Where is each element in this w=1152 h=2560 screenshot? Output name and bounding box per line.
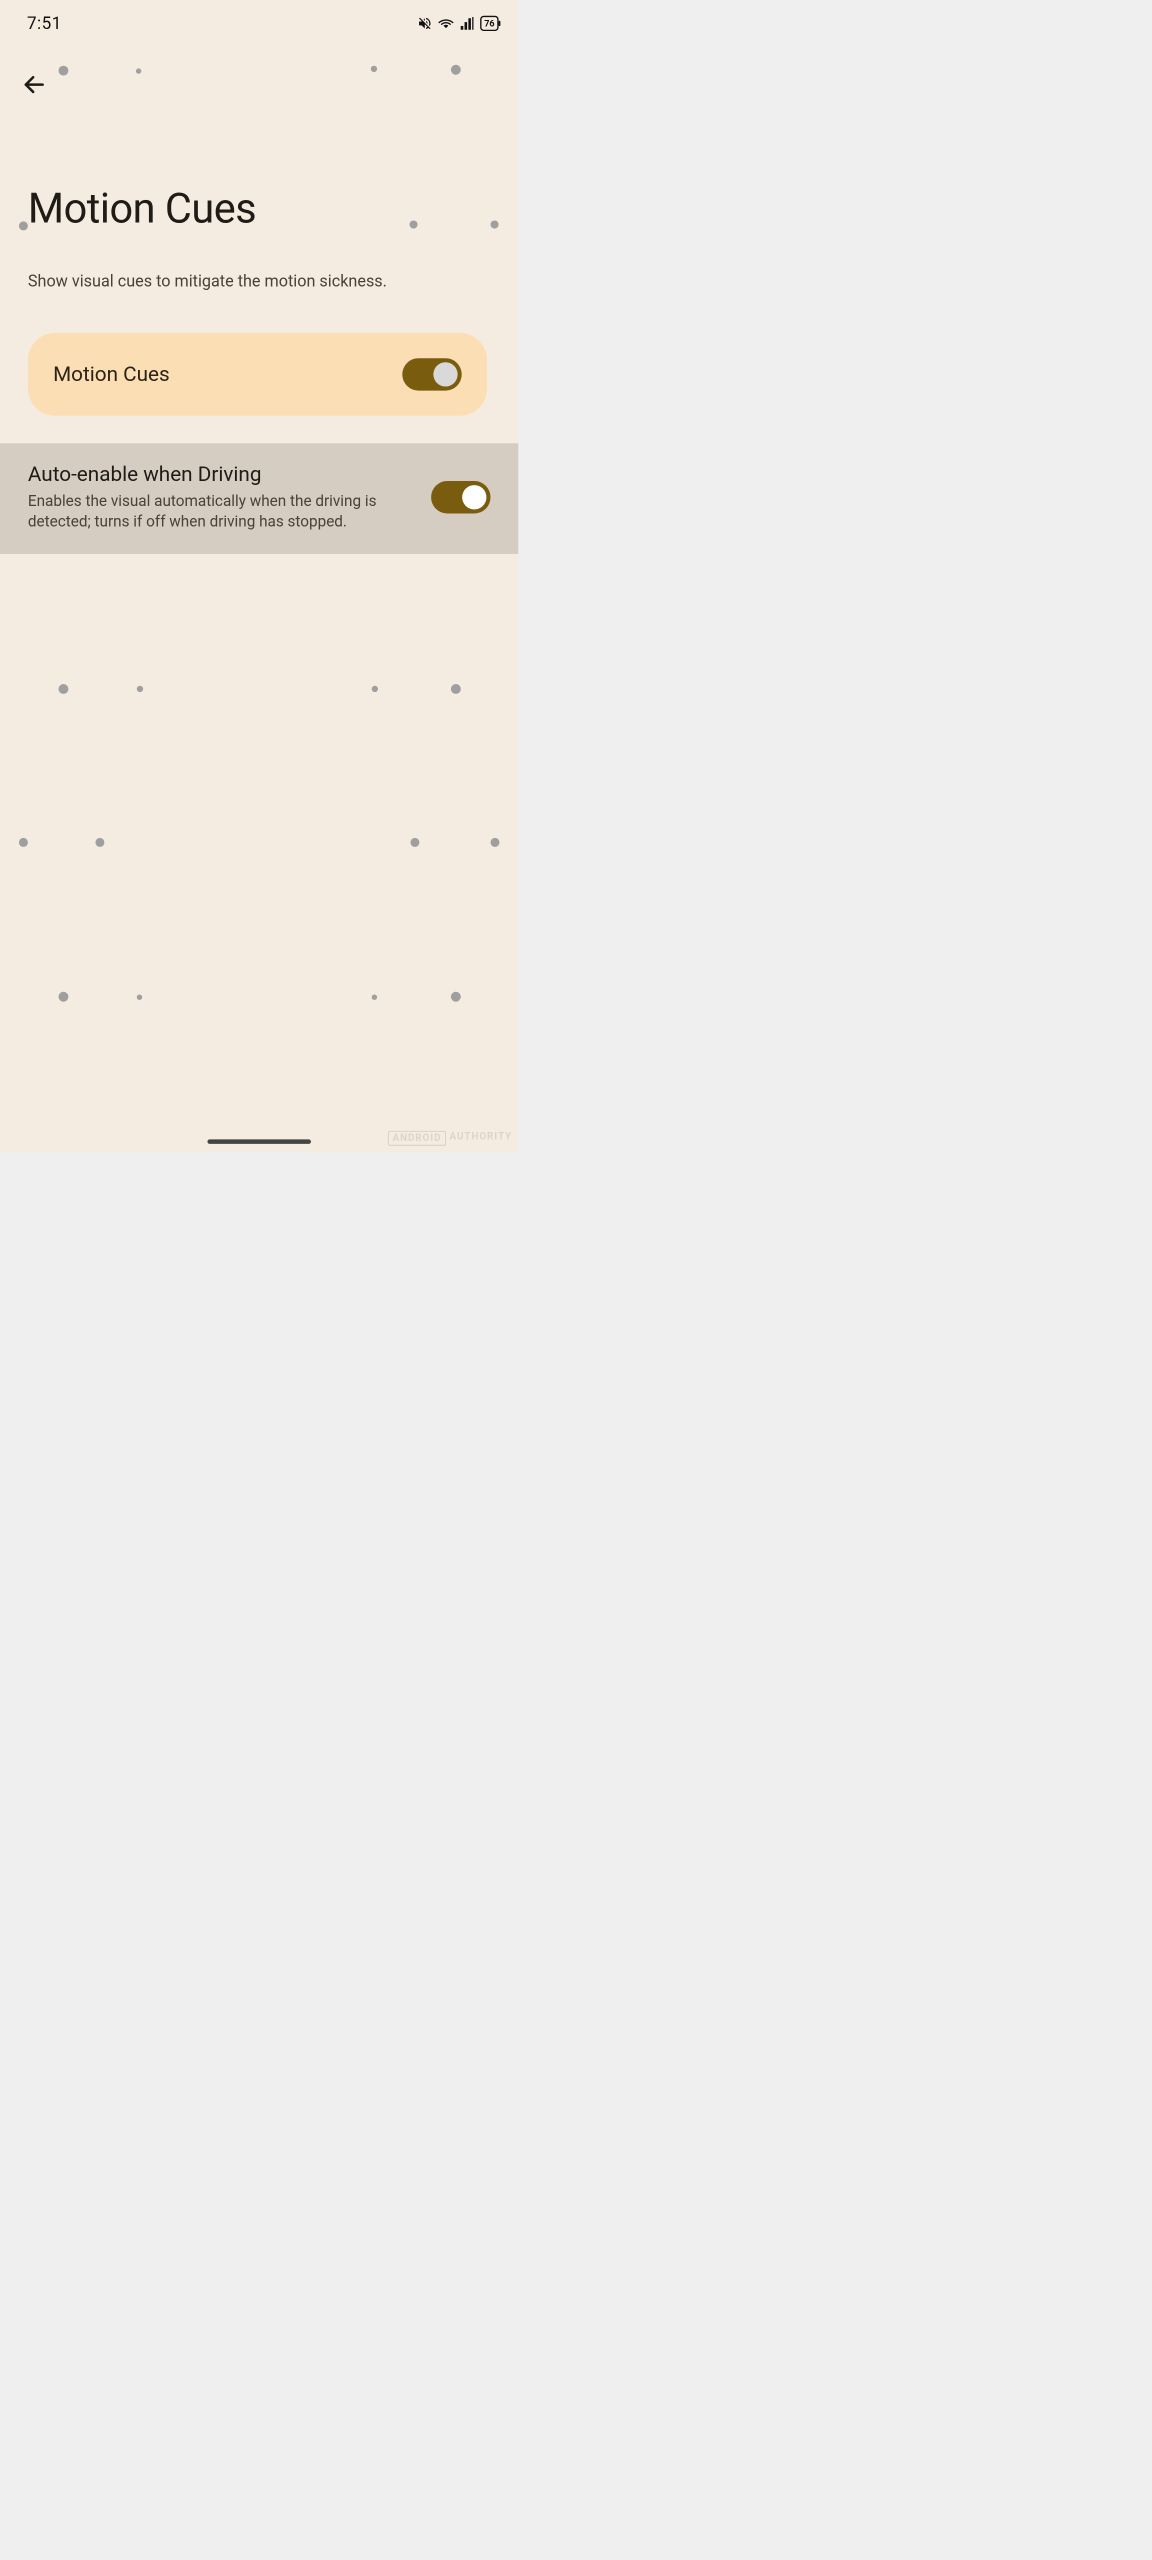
watermark-a: ANDROID bbox=[388, 1131, 446, 1146]
page-title: Motion Cues bbox=[28, 185, 256, 233]
status-bar: 7:51 76 bbox=[0, 0, 518, 36]
screen: 7:51 76 Motion Cues Show visual cues to … bbox=[0, 0, 518, 1152]
wifi-icon bbox=[438, 15, 454, 31]
status-icons: 76 bbox=[417, 15, 498, 31]
auto-enable-row[interactable]: Auto-enable when Driving Enables the vis… bbox=[0, 443, 518, 554]
toggle-knob bbox=[433, 362, 457, 386]
status-time: 7:51 bbox=[27, 14, 62, 34]
battery-level: 76 bbox=[484, 18, 494, 29]
battery-icon: 76 bbox=[480, 16, 498, 31]
motion-cues-label: Motion Cues bbox=[53, 362, 170, 386]
back-button[interactable] bbox=[18, 68, 50, 100]
auto-enable-title: Auto-enable when Driving bbox=[28, 462, 413, 486]
arrow-left-icon bbox=[22, 72, 47, 97]
page-subtitle: Show visual cues to mitigate the motion … bbox=[28, 272, 491, 291]
mute-icon bbox=[417, 16, 432, 31]
watermark-b: AUTHORITY bbox=[450, 1131, 513, 1146]
motion-cues-toggle[interactable] bbox=[402, 358, 461, 390]
motion-dots-overlay bbox=[0, 0, 518, 1152]
motion-cues-card[interactable]: Motion Cues bbox=[28, 333, 487, 416]
navigation-handle[interactable] bbox=[207, 1139, 310, 1144]
watermark: ANDROID AUTHORITY bbox=[388, 1131, 512, 1146]
cellular-icon bbox=[459, 16, 474, 31]
toggle-knob bbox=[462, 485, 486, 509]
auto-enable-toggle[interactable] bbox=[431, 481, 490, 513]
auto-enable-description: Enables the visual automatically when th… bbox=[28, 491, 413, 532]
